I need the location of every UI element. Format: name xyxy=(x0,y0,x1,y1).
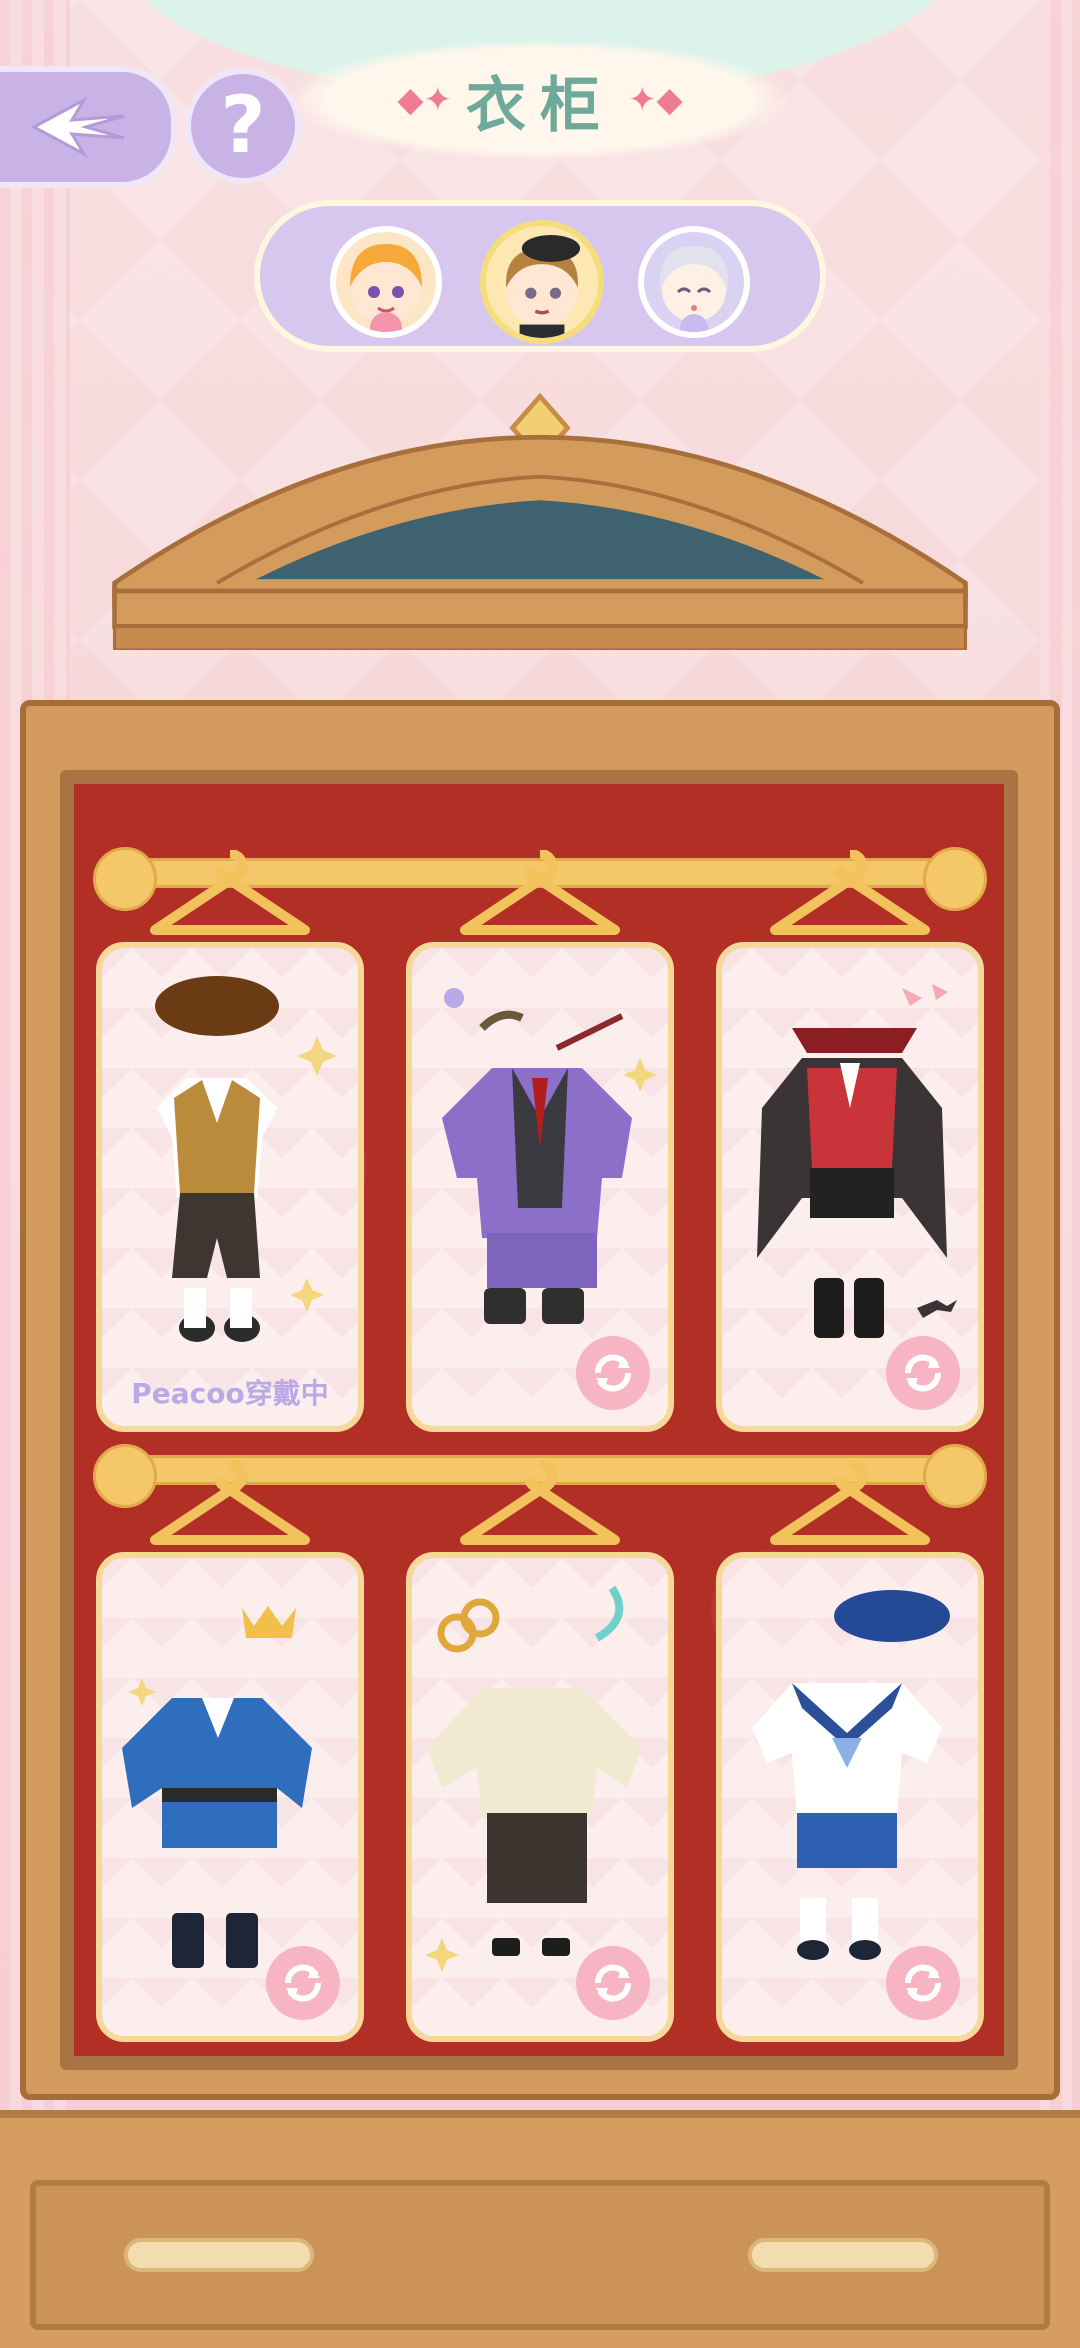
swap-outfit-button[interactable] xyxy=(266,1946,340,2020)
hanger-icon xyxy=(460,850,620,935)
wardrobe-crown xyxy=(112,392,968,650)
hanger-icon xyxy=(150,1460,310,1545)
help-button[interactable]: ? xyxy=(185,68,301,184)
page-title: 衣柜 xyxy=(466,70,614,141)
character-avatar-orange-hair-girl[interactable] xyxy=(330,226,442,338)
refresh-icon xyxy=(905,1354,941,1392)
character-selector xyxy=(254,200,826,352)
drawer-handle-left xyxy=(124,2238,314,2272)
refresh-icon xyxy=(595,1964,631,2002)
diamond-deco-icon: ◆✦ xyxy=(397,80,452,120)
back-arrow-icon xyxy=(30,96,124,158)
wearing-status-label: Peacoo穿戴中 xyxy=(131,1377,329,1410)
avatar-face-icon xyxy=(506,234,581,338)
character-avatar-silver-hair-child[interactable] xyxy=(638,226,750,338)
outfit-card-sailor[interactable] xyxy=(716,1552,984,2042)
refresh-icon xyxy=(285,1964,321,2002)
title-banner: ◆✦ 衣柜 ✦◆ xyxy=(290,40,790,160)
character-avatar-brown-hair-boy[interactable] xyxy=(480,220,604,344)
refresh-icon xyxy=(595,1354,631,1392)
outfit-card-purple-suit[interactable] xyxy=(406,942,674,1432)
hanger-icon xyxy=(460,1460,620,1545)
hanger-icon xyxy=(770,1460,930,1545)
outfit-card-vampire[interactable] xyxy=(716,942,984,1432)
outfit-card-cream-chinese[interactable] xyxy=(406,1552,674,2042)
school-vest-outfit-icon xyxy=(155,976,337,1342)
vampire-outfit-icon xyxy=(757,984,957,1338)
cream-chinese-outfit-icon xyxy=(425,1585,642,1972)
refresh-icon xyxy=(905,1964,941,2002)
hanger-icon xyxy=(770,850,930,935)
avatar-face-icon xyxy=(659,246,729,332)
swap-outfit-button[interactable] xyxy=(886,1946,960,2020)
drawer-handle-right xyxy=(748,2238,938,2272)
avatar-face-icon xyxy=(350,244,422,332)
swap-outfit-button[interactable] xyxy=(886,1336,960,1410)
swap-outfit-button[interactable] xyxy=(576,1336,650,1410)
hanger-icon xyxy=(150,850,310,935)
swap-outfit-button[interactable] xyxy=(576,1946,650,2020)
purple-suit-outfit-icon xyxy=(442,988,657,1324)
help-label: ? xyxy=(220,81,266,171)
outfit-card-school-vest[interactable]: Peacoo穿戴中 xyxy=(96,942,364,1432)
blue-prince-outfit-icon xyxy=(122,1606,312,1968)
back-button[interactable] xyxy=(0,66,177,188)
outfit-card-blue-prince[interactable] xyxy=(96,1552,364,2042)
diamond-deco-icon: ✦◆ xyxy=(628,80,683,120)
sailor-outfit-icon xyxy=(752,1590,950,1960)
